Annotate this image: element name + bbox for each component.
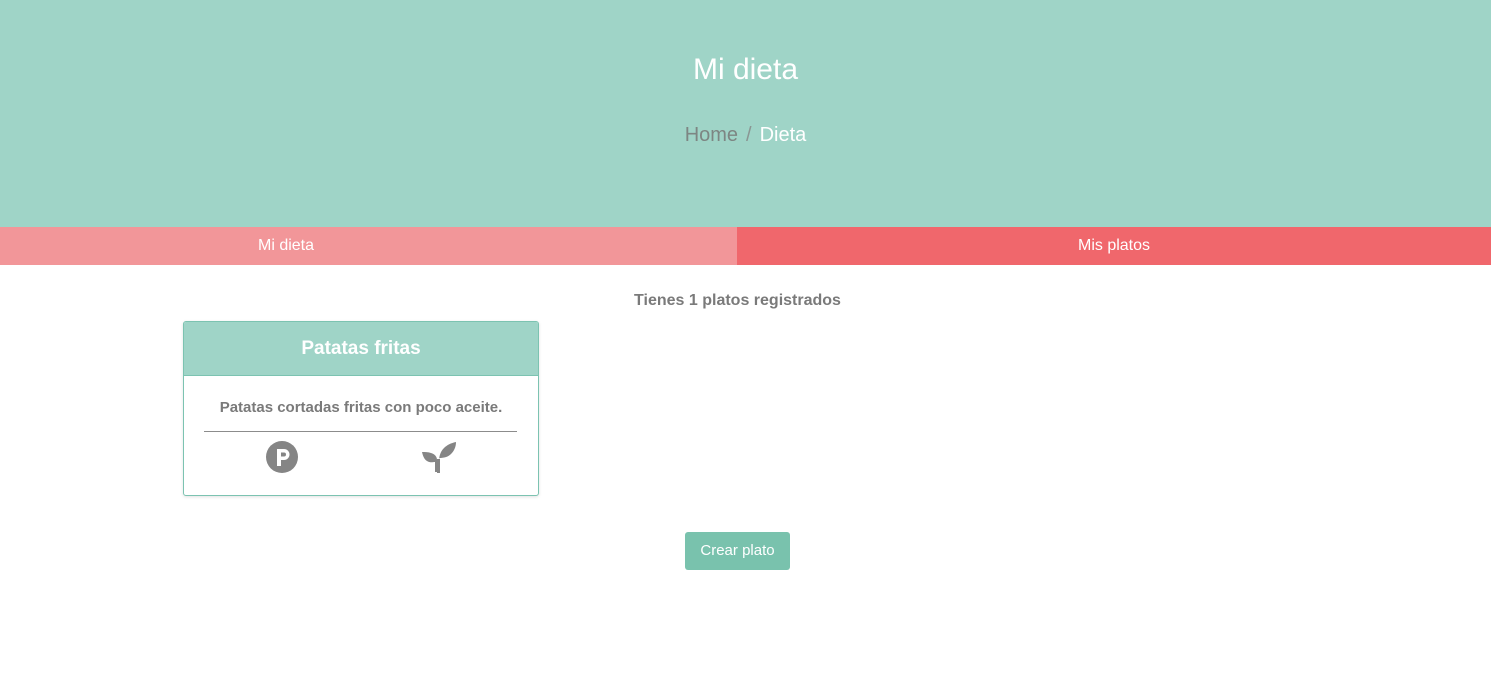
card-divider	[204, 431, 517, 432]
breadcrumb: Home / Dieta	[0, 122, 1491, 148]
dish-count-text: Tienes 1 platos registrados	[634, 292, 841, 309]
breadcrumb-separator: /	[746, 124, 752, 146]
page-title: Mi dieta	[692, 53, 799, 86]
breadcrumb-current: Dieta	[759, 124, 807, 146]
dish-card[interactable]: Patatas fritas Patatas cortadas fritas c…	[183, 321, 539, 496]
breadcrumb-home-link[interactable]: Home	[685, 124, 738, 146]
dish-card-description: Patatas cortadas fritas con poco aceite.	[219, 399, 503, 416]
tab-mi-dieta-label: Mi dieta	[257, 237, 315, 254]
tab-mis-platos[interactable]: Mis platos	[737, 227, 1491, 265]
tab-mi-dieta[interactable]: Mi dieta	[0, 227, 737, 265]
tab-bar: Mi dieta Mis platos	[0, 227, 1491, 265]
dish-card-title: Patatas fritas	[184, 322, 538, 376]
parking-p-icon	[266, 441, 298, 473]
create-dish-button[interactable]: Crear plato	[685, 532, 790, 570]
page-header: Mi dieta Home / Dieta	[0, 0, 1491, 227]
sprout-icon	[422, 442, 456, 473]
